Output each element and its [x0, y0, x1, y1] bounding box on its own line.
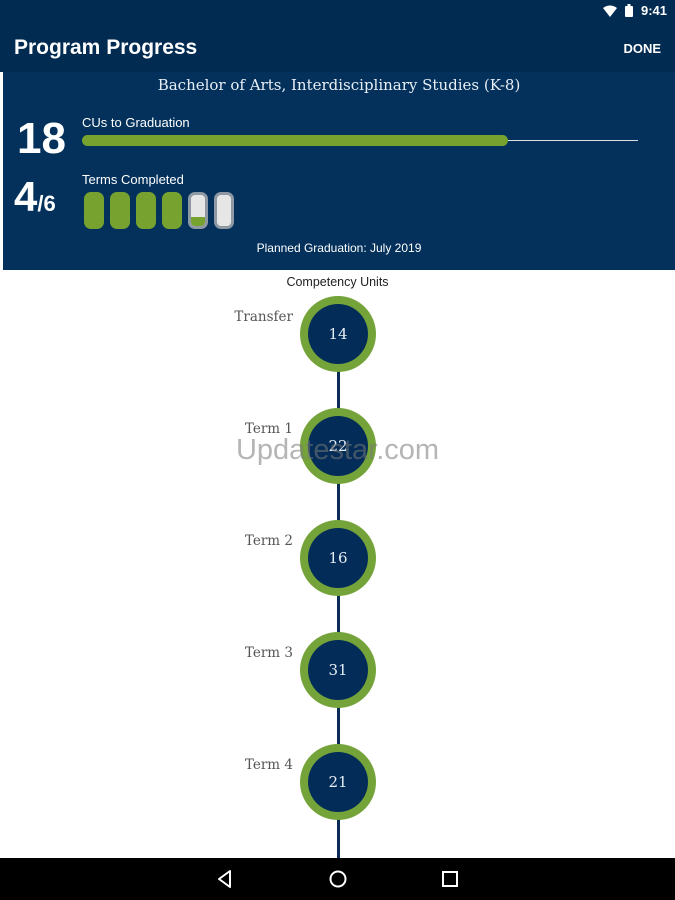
term-pill-fill	[191, 216, 205, 226]
milestone-row: Term 3 31	[0, 632, 675, 708]
milestone-row: Transfer 14	[0, 296, 675, 372]
term-pill	[84, 192, 104, 229]
app-bar: Program Progress DONE	[0, 24, 675, 72]
milestone-units: 16	[308, 528, 368, 588]
terms-label: Terms Completed	[82, 172, 184, 187]
milestone-node[interactable]: 16	[300, 520, 376, 596]
milestone-node[interactable]: 22	[300, 408, 376, 484]
milestone-label: Term 4	[244, 757, 293, 773]
milestone-label: Term 2	[244, 533, 293, 549]
progress-summary: Bachelor of Arts, Interdisciplinary Stud…	[3, 72, 675, 270]
terms-completed-number: 4	[14, 173, 38, 220]
milestone-label: Transfer	[234, 309, 293, 325]
navigation-bar	[0, 858, 675, 900]
milestone-node[interactable]: 21	[300, 744, 376, 820]
milestone-label: Term 3	[244, 645, 293, 661]
milestone-label: Term 1	[244, 421, 293, 437]
term-pill	[136, 192, 156, 229]
term-pill	[214, 192, 234, 229]
terms-completed-count: 4/6	[14, 172, 56, 232]
milestone-units: 31	[308, 640, 368, 700]
competency-units-title: Competency Units	[286, 275, 389, 289]
term-pills	[84, 192, 234, 229]
milestone-units: 14	[308, 304, 368, 364]
milestone-units: 21	[308, 752, 368, 812]
cus-remaining-count: 18	[17, 114, 66, 163]
cus-progress-fill	[82, 135, 508, 146]
milestone-node[interactable]: 14	[300, 296, 376, 372]
status-time: 9:41	[640, 3, 667, 18]
wifi-icon	[602, 5, 617, 17]
term-pill	[188, 192, 208, 229]
terms-total: /6	[37, 191, 56, 216]
page-title: Program Progress	[14, 36, 198, 59]
recents-icon[interactable]	[439, 868, 461, 890]
status-icons: 9:41	[602, 3, 667, 18]
cus-label: CUs to Graduation	[82, 115, 190, 130]
back-icon[interactable]	[214, 868, 236, 890]
milestone-node[interactable]: 31	[300, 632, 376, 708]
home-icon[interactable]	[327, 868, 349, 890]
term-pill	[110, 192, 130, 229]
done-button[interactable]: DONE	[623, 41, 661, 56]
milestone-row: Term 2 16	[0, 520, 675, 596]
degree-name: Bachelor of Arts, Interdisciplinary Stud…	[157, 76, 521, 94]
term-pill	[162, 192, 182, 229]
milestone-units: 22	[308, 416, 368, 476]
battery-icon	[624, 4, 633, 17]
planned-graduation: Planned Graduation: July 2019	[256, 241, 422, 255]
status-bar: 9:41	[0, 0, 675, 24]
milestone-row: Term 1 22	[0, 408, 675, 484]
milestone-row: Term 4 21	[0, 744, 675, 820]
